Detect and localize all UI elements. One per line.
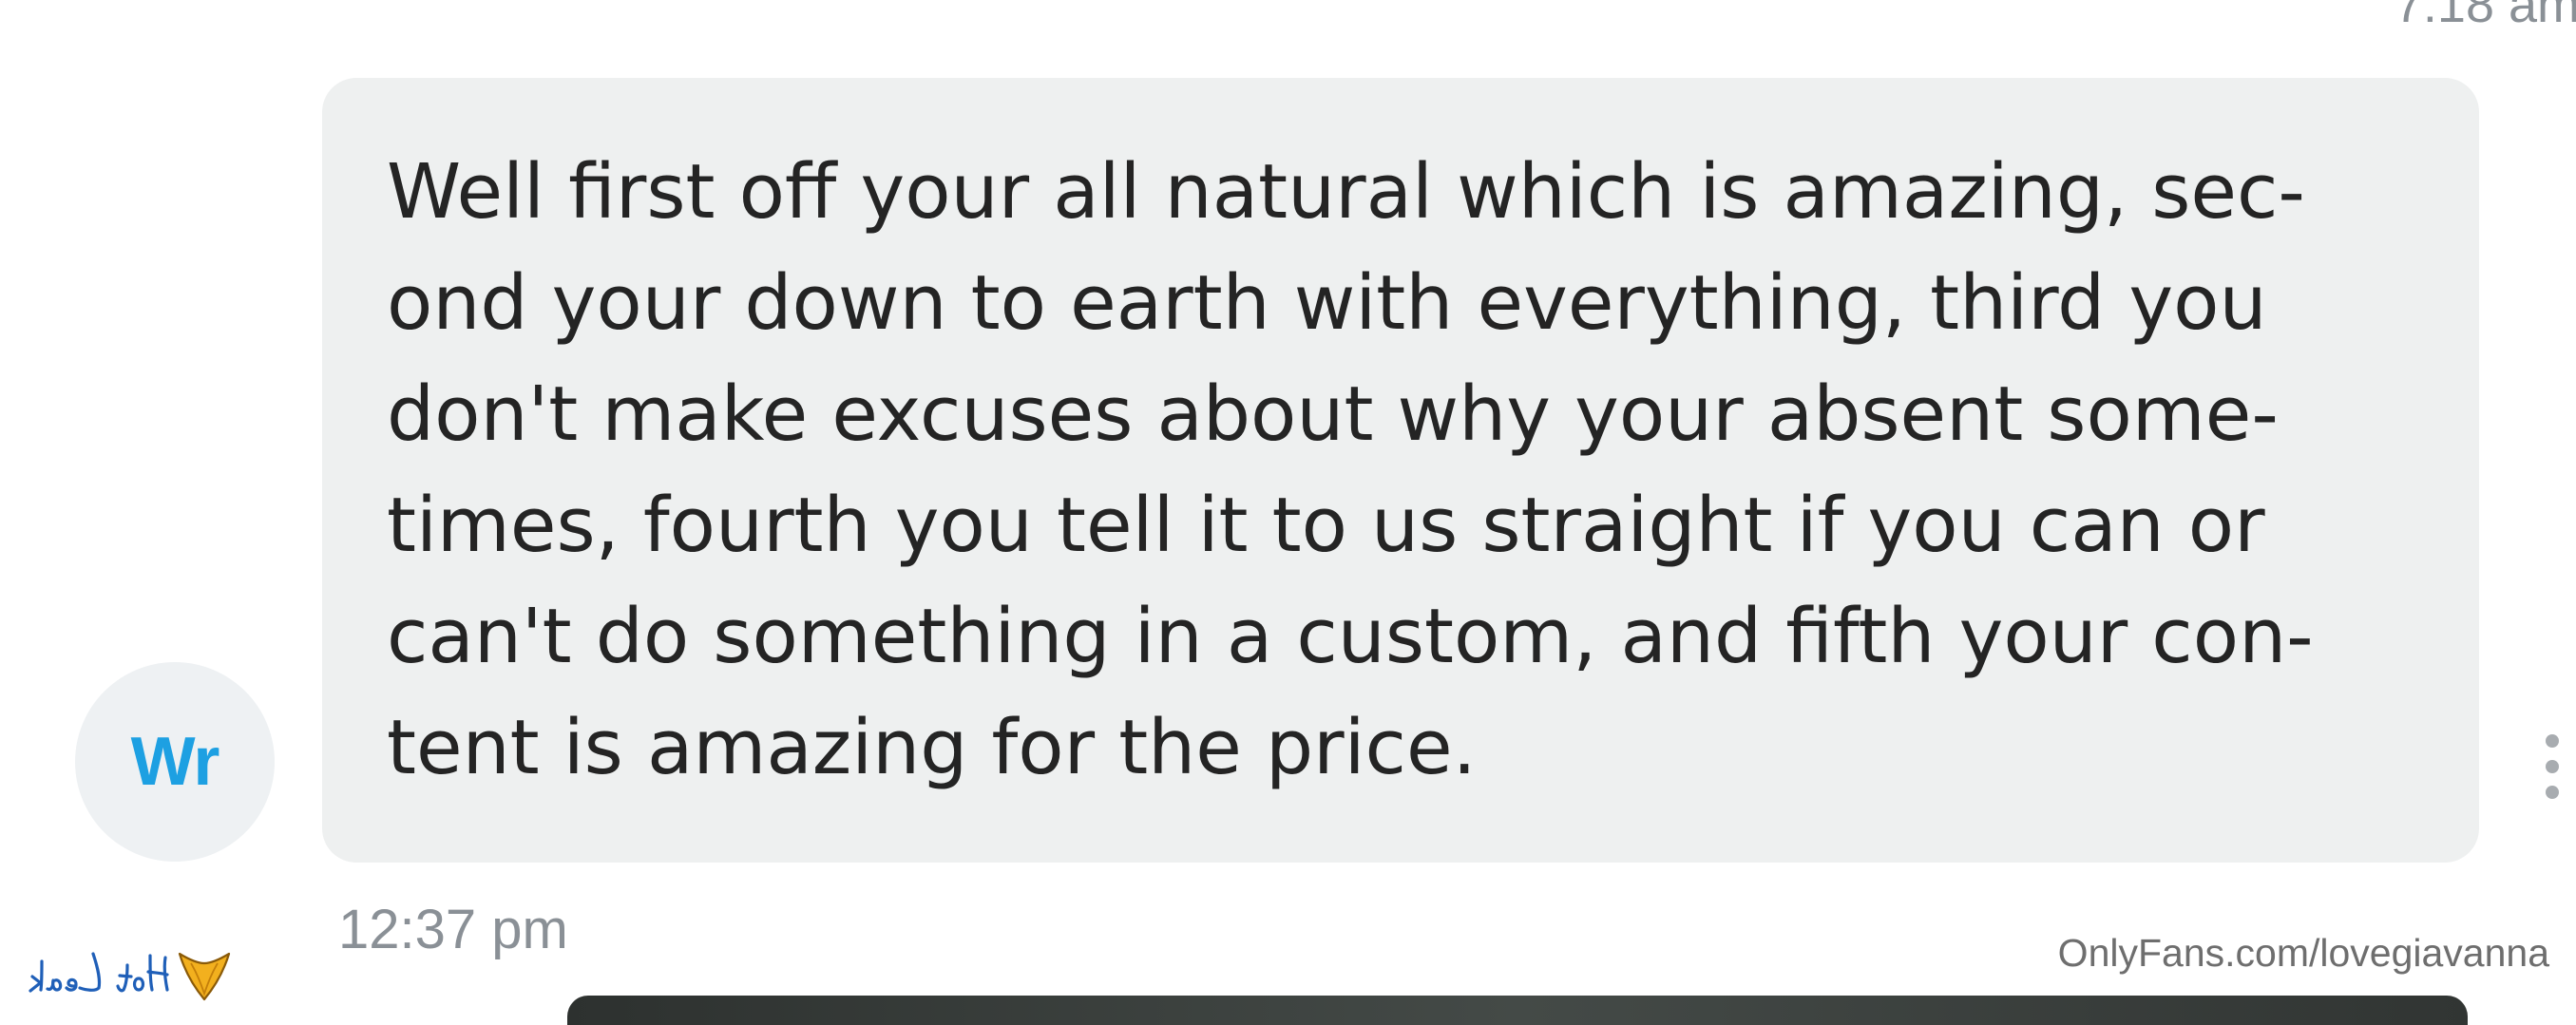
message-text-line: ond your down to earth with everything, … — [387, 259, 2267, 347]
avatar[interactable]: Wr — [75, 662, 275, 862]
message-text-line: times, fourth you tell it to us straight… — [387, 482, 2265, 569]
message-timestamp: 12:37 pm — [338, 899, 568, 960]
hot-leak-logo-watermark — [19, 940, 233, 1007]
message-text-line: tent is amazing for the price. — [387, 704, 1477, 791]
source-url-watermark: OnlyFans.com/lovegiavanna — [2057, 931, 2549, 975]
next-media-preview[interactable] — [567, 996, 2468, 1025]
hot-leak-logo-icon — [29, 952, 231, 1001]
avatar-initials: Wr — [130, 724, 220, 800]
message-bubble[interactable]: Well first off your all natural which is… — [322, 78, 2479, 863]
menu-dot — [2546, 786, 2559, 799]
more-vertical-icon[interactable] — [2543, 734, 2562, 799]
previous-message-timestamp: 7:18 am — [2394, 0, 2576, 33]
chat-screen: 7:18 am Wr Well first off your all natur… — [0, 0, 2576, 1025]
message-text-line: can't do something in a custom, and fift… — [387, 593, 2314, 680]
message-text-line: Well first off your all natural which is… — [387, 148, 2305, 236]
menu-dot — [2546, 734, 2559, 748]
menu-dot — [2546, 760, 2559, 773]
message-text-line: don't make excuses about why your absent… — [387, 370, 2279, 458]
